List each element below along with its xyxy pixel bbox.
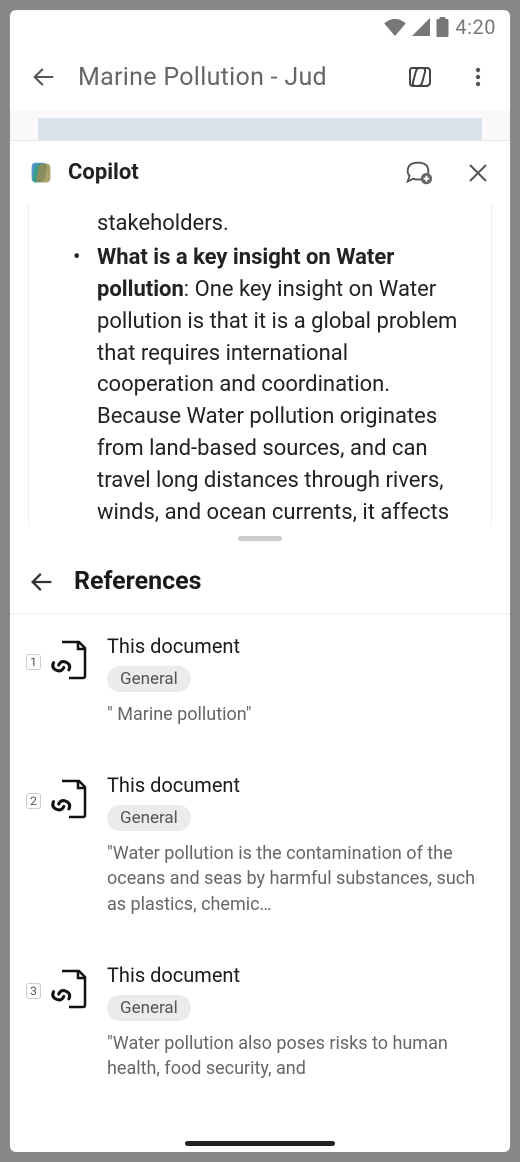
reference-item[interactable]: 2 This document General <box>26 773 494 917</box>
references-title: References <box>74 567 201 596</box>
chat-plus-icon <box>403 158 433 188</box>
reference-snippet: "Water pollution also poses risks to hum… <box>107 1031 494 1081</box>
document-title: Marine Pollution - Jud <box>78 63 386 92</box>
message-area[interactable]: stakeholders. • What is a key insight on… <box>28 204 492 526</box>
message-fragment: stakeholders. <box>51 208 469 240</box>
copilot-glyph-icon <box>404 61 436 93</box>
close-icon <box>466 161 490 185</box>
message-bullet: • What is a key insight on Water polluti… <box>51 242 469 526</box>
close-panel-button[interactable] <box>454 149 502 197</box>
document-link-icon <box>45 775 93 823</box>
android-nav-handle[interactable] <box>10 1141 510 1146</box>
document-preview <box>10 110 510 140</box>
bullet-dot: • <box>73 242 97 526</box>
status-bar: 4:20 <box>10 10 510 44</box>
copilot-button[interactable] <box>396 53 444 101</box>
wifi-icon <box>384 18 406 36</box>
references-list[interactable]: 1 This document General <box>10 614 510 1152</box>
back-button[interactable] <box>20 53 68 101</box>
document-link-icon <box>45 636 93 684</box>
reference-item[interactable]: 3 This document General <box>26 963 494 1081</box>
references-back-button[interactable] <box>18 558 66 606</box>
references-header: References <box>10 550 510 614</box>
clock-text: 4:20 <box>455 15 496 39</box>
drag-handle[interactable] <box>10 526 510 550</box>
reference-tag: General <box>107 995 191 1021</box>
copilot-logo-icon <box>26 158 56 188</box>
reference-number: 2 <box>26 793 41 809</box>
bullet-answer: : One key insight on Water pollution is … <box>97 277 457 526</box>
reference-number: 3 <box>26 983 41 999</box>
reference-snippet: " Marine pollution" <box>107 702 494 727</box>
references-panel: References 1 <box>10 550 510 1152</box>
reference-number: 1 <box>26 654 41 670</box>
copilot-panel-header: Copilot <box>10 140 510 204</box>
copilot-panel-title: Copilot <box>68 160 382 185</box>
reference-title: This document <box>107 634 494 658</box>
reference-title: This document <box>107 963 494 987</box>
reference-item[interactable]: 1 This document General <box>26 634 494 727</box>
reference-tag: General <box>107 666 191 692</box>
app-header: Marine Pollution - Jud <box>10 44 510 110</box>
document-link-icon <box>45 965 93 1013</box>
reference-tag: General <box>107 805 191 831</box>
more-vertical-icon <box>466 65 490 89</box>
reference-snippet: "Water pollution is the contamination of… <box>107 841 494 917</box>
reference-title: This document <box>107 773 494 797</box>
cellular-icon <box>412 18 430 36</box>
arrow-left-icon <box>30 63 58 91</box>
arrow-left-icon <box>28 568 56 596</box>
new-chat-button[interactable] <box>394 149 442 197</box>
bullet-content: What is a key insight on Water pollution… <box>97 242 469 526</box>
more-button[interactable] <box>454 53 502 101</box>
battery-icon <box>436 17 449 37</box>
